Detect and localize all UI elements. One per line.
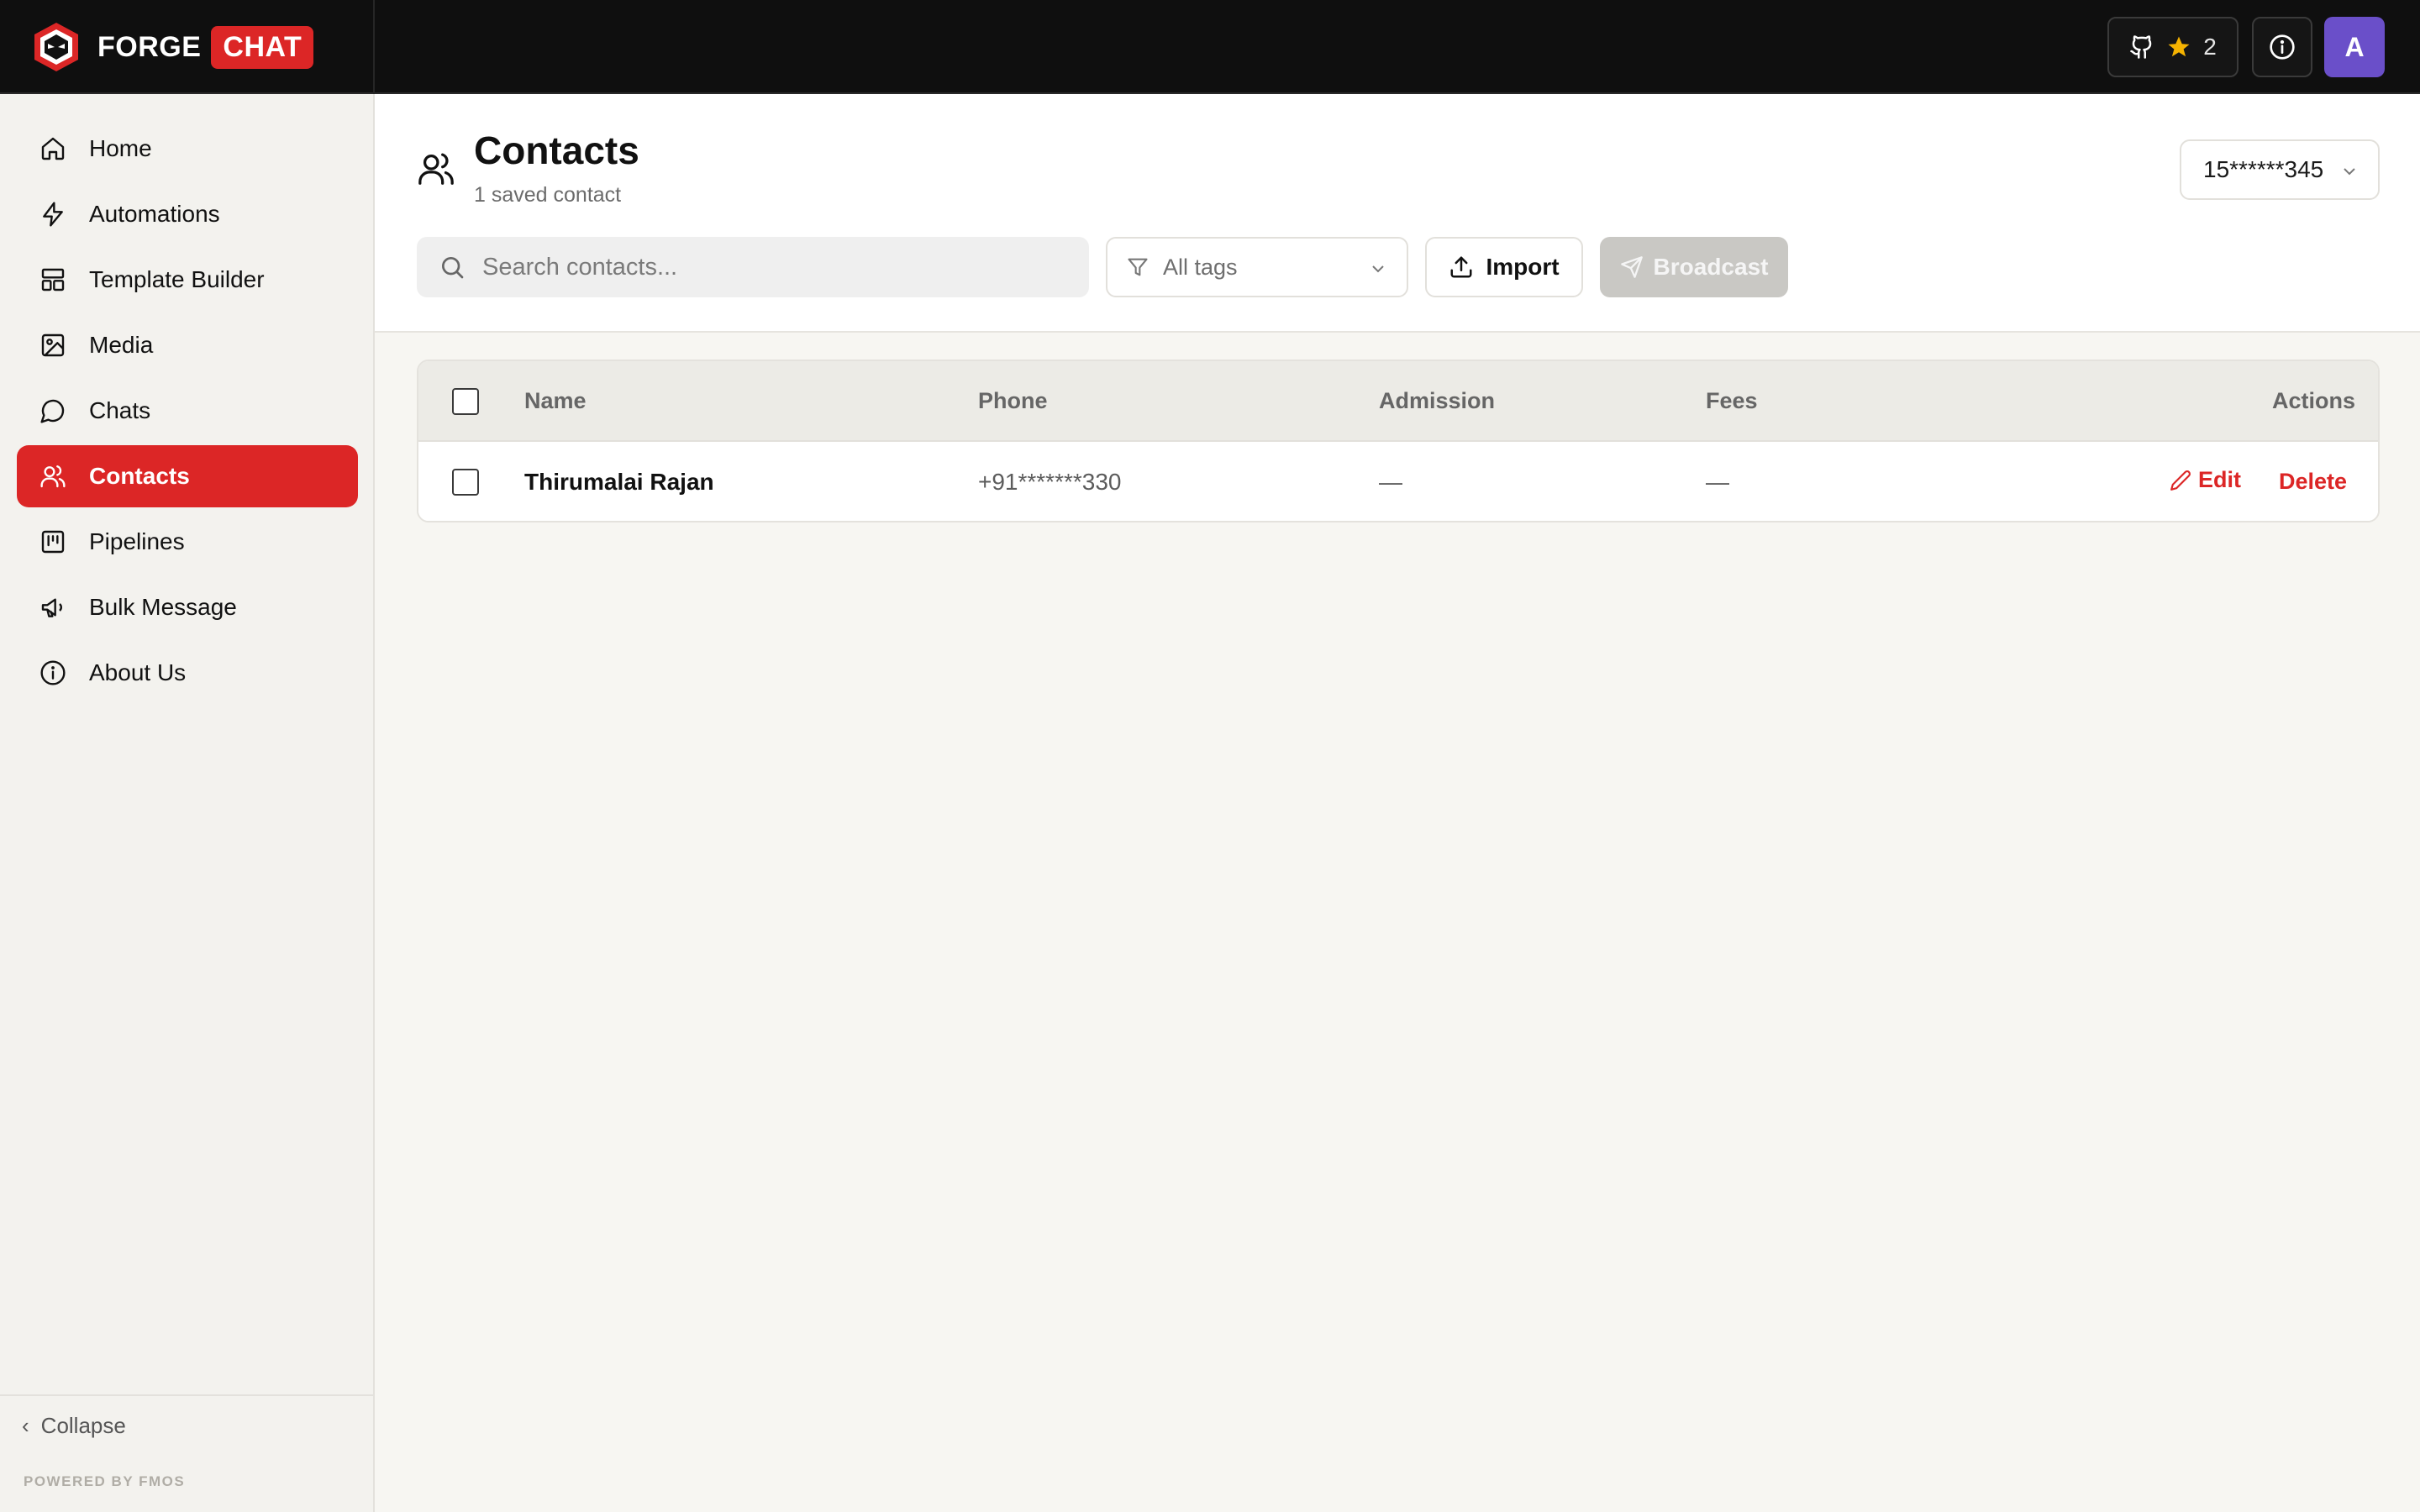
sidebar-item-label: Chats (89, 397, 151, 423)
user-avatar[interactable]: A (2324, 17, 2385, 77)
home-icon (39, 134, 67, 163)
column-header-admission[interactable]: Admission (1379, 388, 1495, 414)
sidebar-item-contacts[interactable]: Contacts (17, 445, 358, 507)
collapse-label: Collapse (40, 1413, 126, 1438)
pencil-icon (2170, 470, 2191, 491)
column-header-fees[interactable]: Fees (1706, 388, 1758, 414)
select-all-checkbox[interactable] (452, 388, 479, 415)
powered-by: POWERED BY FMOS (24, 1473, 186, 1489)
contact-fees: — (1706, 469, 1729, 495)
sidebar-item-template-builder[interactable]: Template Builder (17, 249, 358, 311)
upload-icon (1450, 256, 1472, 278)
chevron-down-icon (2344, 168, 2355, 176)
page-title: Contacts (474, 129, 639, 172)
contact-name: Thirumalai Rajan (524, 469, 714, 495)
sidebar-item-label: Template Builder (89, 266, 265, 292)
sidebar-item-media[interactable]: Media (17, 314, 358, 376)
page-subtitle: 1 saved contact (474, 183, 622, 207)
sidebar-item-label: Contacts (89, 463, 190, 489)
sidebar-item-label: Pipelines (89, 528, 185, 554)
sidebar-item-bulk-message[interactable]: Bulk Message (17, 576, 358, 638)
info-icon (2270, 34, 2295, 60)
row-checkbox[interactable] (452, 469, 479, 496)
tags-filter-value: All tags (1163, 254, 1238, 280)
top-bar: FORGE CHAT 2 A (0, 0, 2420, 94)
edit-label: Edit (2198, 467, 2241, 492)
brand-name: FORGE (97, 30, 202, 63)
column-header-name[interactable]: Name (524, 388, 587, 414)
broadcast-button[interactable]: Broadcast (1600, 237, 1788, 297)
column-header-actions: Actions (2272, 388, 2356, 413)
star-count: 2 (2203, 34, 2217, 60)
sidebar-item-label: Automations (89, 201, 220, 227)
kanban-icon (39, 528, 67, 556)
layout-icon (39, 265, 67, 294)
image-icon (39, 331, 67, 360)
collapse-button[interactable]: ‹ Collapse (22, 1413, 126, 1439)
column-header-phone[interactable]: Phone (978, 388, 1048, 414)
github-stars-button[interactable]: 2 (2107, 17, 2238, 77)
forge-logo-icon (34, 23, 78, 71)
delete-contact-button[interactable]: Delete (2279, 469, 2347, 495)
broadcast-label: Broadcast (1653, 254, 1769, 280)
edit-contact-button[interactable]: Edit (2170, 467, 2241, 493)
phone-number-select[interactable]: 15******345 (2180, 139, 2380, 200)
contact-phone: +91*******330 (978, 469, 1122, 495)
star-icon (2168, 36, 2190, 57)
import-label: Import (1486, 254, 1560, 280)
contact-admission: — (1379, 469, 1402, 495)
tags-filter-select[interactable]: All tags (1106, 237, 1408, 297)
page-header: Contacts 1 saved contact 15******345 All… (375, 94, 2420, 333)
sidebar-item-automations[interactable]: Automations (17, 183, 358, 245)
sidebar-item-label: Media (89, 332, 154, 358)
sidebar-item-pipelines[interactable]: Pipelines (17, 511, 358, 573)
info-button[interactable] (2252, 17, 2312, 77)
info-icon (39, 659, 67, 687)
users-icon (39, 462, 67, 491)
search-input[interactable] (482, 253, 1071, 281)
filter-icon (1128, 258, 1148, 276)
sidebar-item-label: Bulk Message (89, 594, 237, 620)
table-header: Name Phone Admission Fees Actions (418, 361, 2378, 442)
contacts-table: Name Phone Admission Fees Actions Thirum… (417, 360, 2380, 522)
send-icon (1620, 256, 1643, 278)
import-button[interactable]: Import (1425, 237, 1583, 297)
phone-number-value: 15******345 (2203, 156, 2324, 182)
sidebar-item-label: About Us (89, 659, 187, 685)
sidebar-item-home[interactable]: Home (17, 118, 358, 180)
sidebar-item-about-us[interactable]: About Us (17, 642, 358, 704)
chevron-left-icon: ‹ (22, 1413, 29, 1438)
table-row[interactable]: Thirumalai Rajan +91*******330 — — Edit … (418, 442, 2378, 521)
zap-icon (39, 200, 67, 228)
brand-badge: CHAT (211, 25, 314, 69)
users-icon (418, 153, 454, 185)
github-icon (2130, 35, 2152, 59)
topbar-divider (373, 0, 375, 94)
sidebar-item-label: Home (89, 135, 152, 161)
search-box[interactable] (417, 237, 1089, 297)
sidebar-item-chats[interactable]: Chats (17, 380, 358, 442)
search-icon (442, 257, 464, 279)
brand[interactable]: FORGE CHAT (32, 20, 314, 74)
megaphone-icon (39, 593, 67, 622)
chevron-down-icon (1372, 265, 1384, 273)
chat-icon (39, 396, 67, 425)
sidebar-footer-divider (0, 1394, 373, 1396)
sidebar: Home Automations Template Builder Media … (0, 94, 375, 1512)
